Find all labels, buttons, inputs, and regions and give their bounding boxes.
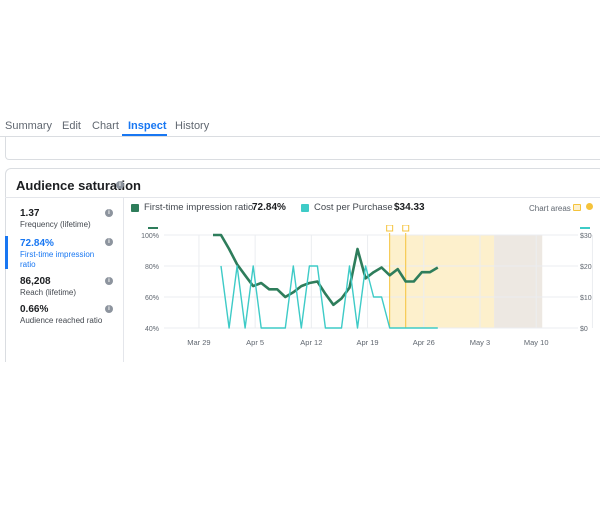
legend-value: 72.84% xyxy=(252,202,286,213)
metric-value: 1.37 xyxy=(20,208,40,219)
y-left-tick-label: 40% xyxy=(145,326,159,333)
y-left-tick-label: 60% xyxy=(145,295,159,302)
x-tick-label: Mar 29 xyxy=(187,338,210,347)
tab-bar: Summary Edit Chart Inspect History xyxy=(0,114,600,136)
tab-history[interactable]: History xyxy=(175,120,209,132)
y-right-tick-label: $20 xyxy=(580,264,592,271)
chart-marker-icon xyxy=(386,225,394,232)
tab-edit[interactable]: Edit xyxy=(62,120,81,132)
x-tick-label: May 3 xyxy=(470,338,490,347)
legend-label: Cost per Purchase xyxy=(314,202,393,213)
chart-shaded-region xyxy=(494,235,543,328)
chart-areas-label: Chart areas xyxy=(529,204,571,213)
lightbulb-icon[interactable] xyxy=(586,203,593,210)
saturation-chart: 100% 80% 60% 40% $30 $20 $10 $0 Mar 29 Apr 5 Apr 1… xyxy=(141,225,593,347)
info-icon[interactable]: i xyxy=(116,181,124,189)
y-left-tick-label: 100% xyxy=(141,233,159,240)
y-right-tick-label: $30 xyxy=(580,233,592,240)
x-tick-label: Apr 5 xyxy=(246,338,264,347)
legend-swatch-cost xyxy=(301,204,309,212)
info-icon[interactable]: i xyxy=(105,209,113,217)
chart-area-icon[interactable] xyxy=(573,204,581,211)
chart-marker-icon xyxy=(402,225,410,232)
x-tick-label: Apr 26 xyxy=(413,338,435,347)
y-right-tick-label: $10 xyxy=(580,295,592,302)
y-left-tick-label: 80% xyxy=(145,264,159,271)
x-tick-label: Apr 12 xyxy=(300,338,322,347)
tab-summary[interactable]: Summary xyxy=(5,120,52,132)
tab-inspect[interactable]: Inspect xyxy=(128,120,167,132)
card-header-divider xyxy=(5,197,600,198)
tab-chart[interactable]: Chart xyxy=(92,120,119,132)
legend-value: $34.33 xyxy=(394,202,425,213)
legend-label: First-time impression ratio xyxy=(144,202,254,213)
x-tick-label: May 10 xyxy=(524,338,549,347)
y-right-tick-label: $0 xyxy=(580,326,588,333)
collapsed-panel xyxy=(5,137,600,160)
legend-swatch-impression xyxy=(131,204,139,212)
x-tick-label: Apr 19 xyxy=(357,338,379,347)
